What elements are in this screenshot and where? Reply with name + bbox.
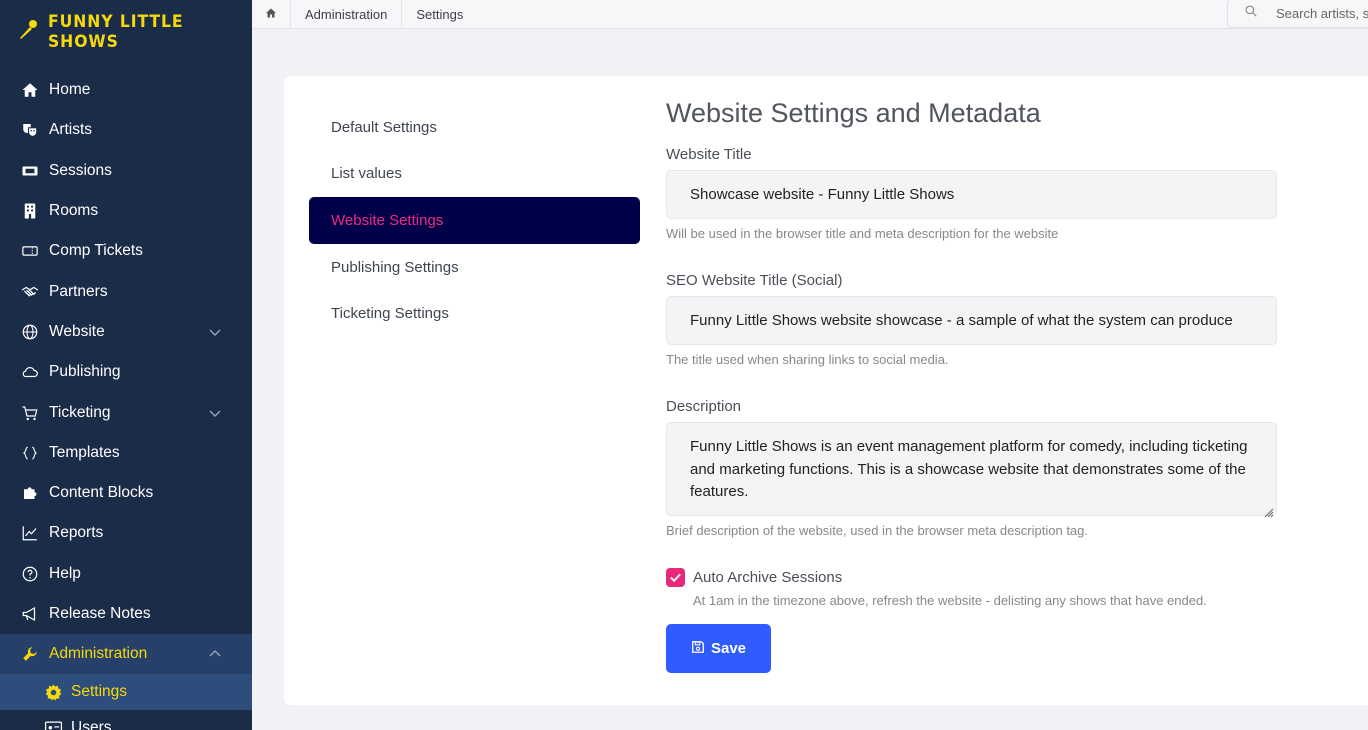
seo-title-help: The title used when sharing links to soc… xyxy=(666,352,949,367)
sidebar-item-label: Home xyxy=(49,81,91,99)
auto-archive-checkbox[interactable] xyxy=(666,568,685,587)
breadcrumb-administration[interactable]: Administration xyxy=(291,0,403,28)
chevron-down-icon[interactable] xyxy=(208,325,222,339)
sidebar-item-rooms[interactable]: Rooms xyxy=(0,191,252,231)
sidebar-item-comp-tickets[interactable]: Comp Tickets xyxy=(0,231,252,271)
page-title: Website Settings and Metadata xyxy=(666,98,1041,128)
sidebar-item-release-notes[interactable]: Release Notes xyxy=(0,594,252,634)
sidebar-item-reports[interactable]: Reports xyxy=(0,513,252,553)
globe-icon xyxy=(20,322,39,341)
cloud-icon xyxy=(20,363,39,382)
seo-title-input[interactable]: Funny Little Shows website showcase - a … xyxy=(666,296,1277,345)
description-textarea[interactable]: Funny Little Shows is an event managemen… xyxy=(666,422,1277,518)
brand-name: FUNNY LITTLE SHOWS xyxy=(48,12,184,52)
sidebar-item-partners[interactable]: Partners xyxy=(0,271,252,311)
settings-menu-ticketing[interactable]: Ticketing Settings xyxy=(309,290,640,337)
sidebar-item-help[interactable]: Help xyxy=(0,554,252,594)
seo-title-label: SEO Website Title (Social) xyxy=(666,272,843,289)
handshake-icon xyxy=(20,282,39,301)
sidebar-item-label: Partners xyxy=(49,282,108,300)
sidebar-subitem-label: Users xyxy=(71,719,112,730)
braces-icon xyxy=(20,443,39,462)
logo[interactable]: FUNNY LITTLE SHOWS xyxy=(0,0,252,64)
sidebar-item-label: Rooms xyxy=(49,202,99,220)
masks-icon xyxy=(20,121,39,140)
sidebar-item-publishing[interactable]: Publishing xyxy=(0,352,252,392)
website-settings-form: Website Settings and Metadata Website Ti… xyxy=(666,98,1277,673)
search-icon xyxy=(1244,4,1276,23)
sidebar-item-ticketing[interactable]: Ticketing xyxy=(0,392,252,432)
building-icon xyxy=(20,202,39,221)
cart-icon xyxy=(20,403,39,422)
home-icon xyxy=(20,81,39,100)
breadcrumb-home[interactable] xyxy=(252,0,291,28)
puzzle-icon xyxy=(20,484,39,503)
sidebar-item-artists[interactable]: Artists xyxy=(0,110,252,150)
search-box[interactable] xyxy=(1227,0,1368,28)
description-help: Brief description of the website, used i… xyxy=(666,523,1088,538)
settings-menu-website[interactable]: Website Settings xyxy=(309,197,640,244)
ticket-outline-icon xyxy=(20,242,39,261)
sidebar-subitem-settings[interactable]: Settings xyxy=(0,674,252,711)
sidebar-item-label: Help xyxy=(49,564,81,582)
sidebar-item-website[interactable]: Website xyxy=(0,312,252,352)
sidebar-item-label: Ticketing xyxy=(49,403,111,421)
resize-handle-icon[interactable] xyxy=(1264,503,1274,518)
ticket-icon xyxy=(20,161,39,180)
sidebar-nav: Home Artists Sessions Rooms Comp Tickets… xyxy=(0,70,252,675)
sidebar-item-label: Comp Tickets xyxy=(49,242,143,260)
sidebar-item-templates[interactable]: Templates xyxy=(0,433,252,473)
sidebar-item-label: Sessions xyxy=(49,161,112,179)
sidebar-subitem-users[interactable]: Users xyxy=(0,710,252,730)
breadcrumb-settings: Settings xyxy=(416,6,464,22)
settings-menu-default[interactable]: Default Settings xyxy=(309,104,640,151)
sidebar: FUNNY LITTLE SHOWS Home Artists Sessions… xyxy=(0,0,252,730)
sidebar-item-content-blocks[interactable]: Content Blocks xyxy=(0,473,252,513)
sidebar-item-label: Templates xyxy=(49,443,120,461)
sidebar-item-label: Release Notes xyxy=(49,605,151,622)
chart-line-icon xyxy=(20,524,39,543)
wrench-icon xyxy=(20,645,39,664)
top-bar: Administration Settings xyxy=(252,0,1368,29)
chevron-up-icon[interactable] xyxy=(208,647,222,661)
settings-menu: Default Settings List values Website Set… xyxy=(309,104,640,337)
website-title-help: Will be used in the browser title and me… xyxy=(666,226,1059,241)
save-icon xyxy=(691,640,711,658)
microphone-icon xyxy=(16,18,48,47)
gear-icon xyxy=(44,683,63,702)
search-input[interactable] xyxy=(1276,6,1368,21)
sidebar-item-administration[interactable]: Administration xyxy=(0,634,252,675)
sidebar-item-label: Website xyxy=(49,322,105,340)
sidebar-item-sessions[interactable]: Sessions xyxy=(0,151,252,191)
auto-archive-row: Auto Archive Sessions xyxy=(666,568,1277,587)
sidebar-item-label: Publishing xyxy=(49,363,121,381)
auto-archive-label: Auto Archive Sessions xyxy=(693,569,843,586)
sidebar-item-label: Administration xyxy=(49,645,148,663)
save-button-label: Save xyxy=(710,640,747,657)
question-icon xyxy=(20,564,39,583)
sidebar-item-label: Content Blocks xyxy=(49,484,154,502)
sidebar-item-label: Artists xyxy=(49,121,93,139)
sidebar-item-home[interactable]: Home xyxy=(0,70,252,110)
megaphone-icon xyxy=(20,605,39,624)
description-text: Funny Little Shows is an event managemen… xyxy=(690,438,1248,500)
home-icon xyxy=(265,7,277,22)
description-label: Description xyxy=(666,398,742,415)
auto-archive-help: At 1am in the timezone above, refresh th… xyxy=(693,593,1207,608)
website-title-input[interactable]: Showcase website - Funny Little Shows xyxy=(666,170,1277,219)
settings-card: Default Settings List values Website Set… xyxy=(284,76,1368,705)
settings-menu-publishing[interactable]: Publishing Settings xyxy=(309,244,640,291)
sidebar-item-label: Reports xyxy=(49,524,104,542)
website-title-label: Website Title xyxy=(666,146,752,163)
sidebar-subitem-label: Settings xyxy=(71,683,128,701)
users-icon xyxy=(44,719,63,730)
settings-menu-list-values[interactable]: List values xyxy=(309,151,640,198)
checkmark-icon xyxy=(670,573,681,583)
chevron-down-icon[interactable] xyxy=(208,406,222,420)
save-button[interactable]: Save xyxy=(666,624,771,673)
